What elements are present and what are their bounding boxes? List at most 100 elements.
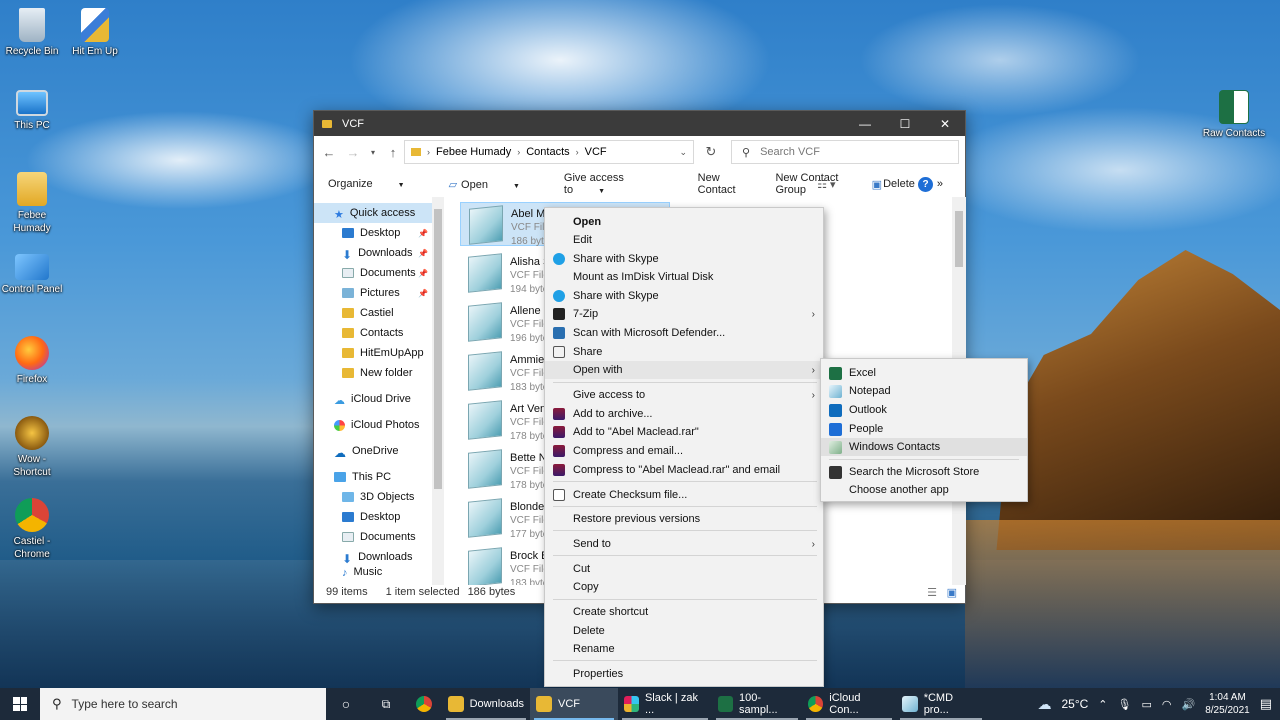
menu-item-create-shortcut[interactable]: Create shortcut — [545, 603, 823, 621]
menu-item-add-to-archive[interactable]: Add to archive... — [545, 405, 823, 423]
maximize-button[interactable]: ☐ — [885, 111, 925, 136]
notifications-icon[interactable]: ▤ — [1260, 696, 1272, 712]
taskbar-excel[interactable]: 100-sampl... — [712, 688, 802, 720]
breadcrumb-chevron-icon[interactable]: › — [576, 147, 579, 157]
breadcrumb-contacts[interactable]: Contacts — [526, 146, 569, 158]
help-icon[interactable]: ? — [918, 176, 933, 192]
desktop-icon-recycle-bin[interactable]: Recycle Bin — [0, 8, 64, 58]
nav-pc-downloads[interactable]: ⬇ Downloads — [314, 547, 432, 567]
breadcrumb-chevron-icon[interactable]: › — [427, 147, 430, 157]
nav-downloads[interactable]: ⬇ Downloads 📌 — [314, 243, 432, 263]
nav-documents[interactable]: Documents 📌 — [314, 263, 432, 283]
clock[interactable]: 1:04 AM 8/25/2021 — [1205, 691, 1250, 717]
cortana-icon[interactable]: ○ — [326, 688, 366, 720]
minimize-button[interactable]: — — [845, 111, 885, 136]
forward-arrow-icon[interactable]: → — [344, 145, 362, 160]
breadcrumb-chevron-icon[interactable]: › — [517, 147, 520, 157]
large-icons-view-icon[interactable]: ▣ — [947, 586, 957, 599]
open-with-excel[interactable]: Excel — [821, 364, 1027, 382]
search-box[interactable]: ⚲ Search VCF — [731, 140, 959, 164]
menu-item-open[interactable]: Open — [545, 213, 823, 231]
up-arrow-icon[interactable]: ↑ — [384, 145, 402, 160]
menu-item-give-access[interactable]: Give access to › — [545, 386, 823, 404]
wifi-icon[interactable]: ◠ — [1162, 698, 1172, 711]
preview-pane-icon[interactable]: ▣ — [872, 178, 882, 191]
organize-button[interactable]: Organize ▼ — [328, 178, 427, 190]
nav-castiel[interactable]: Castiel — [314, 303, 432, 323]
address-bar[interactable]: › Febee Humady › Contacts › VCF ⌄ — [404, 140, 694, 164]
menu-item-7zip[interactable]: 7-Zip › — [545, 305, 823, 323]
menu-item-mount-imdisk[interactable]: Mount as ImDisk Virtual Disk — [545, 268, 823, 286]
task-view-icon[interactable]: ⧉ — [366, 688, 406, 720]
menu-item-properties[interactable]: Properties — [545, 665, 823, 683]
nav-onedrive[interactable]: ☁ OneDrive — [314, 441, 432, 461]
microphone-icon[interactable]: 🎙 — [1118, 698, 1132, 711]
breadcrumb-febee-humady[interactable]: Febee Humady — [436, 146, 511, 158]
desktop-icon-wow[interactable]: Wow - Shortcut — [0, 416, 64, 479]
start-button[interactable] — [0, 688, 40, 720]
taskbar-downloads[interactable]: Downloads — [442, 688, 530, 720]
navigation-scrollbar[interactable] — [432, 197, 444, 585]
menu-item-create-checksum[interactable]: Create Checksum file... — [545, 486, 823, 504]
address-dropdown-icon[interactable]: ⌄ — [679, 147, 687, 158]
taskbar-vcf[interactable]: VCF — [530, 688, 618, 720]
scrollbar-thumb[interactable] — [434, 209, 442, 489]
desktop-icon-this-pc[interactable]: This PC — [0, 90, 64, 132]
desktop-icon-chrome[interactable]: Castiel - Chrome — [0, 498, 64, 561]
open-with-windows-contacts[interactable]: Windows Contacts — [821, 438, 1027, 456]
weather-temperature[interactable]: 25°C — [1061, 697, 1088, 711]
taskbar-icloud-contacts[interactable]: iCloud Con... — [802, 688, 896, 720]
recent-locations-chevron-icon[interactable]: ▾ — [368, 148, 378, 157]
menu-item-cut[interactable]: Cut — [545, 560, 823, 578]
give-access-button[interactable]: Give access to ▼ — [564, 172, 676, 196]
menu-item-copy[interactable]: Copy — [545, 578, 823, 596]
taskbar-notepad[interactable]: *CMD pro... — [896, 688, 986, 720]
menu-item-share[interactable]: Share — [545, 343, 823, 361]
open-with-notepad[interactable]: Notepad — [821, 382, 1027, 400]
nav-hitemupapp[interactable]: HitEmUpApp — [314, 343, 432, 363]
taskbar-search-box[interactable]: ⚲ Type here to search — [40, 688, 326, 720]
menu-item-edit[interactable]: Edit — [545, 231, 823, 249]
nav-contacts[interactable]: Contacts — [314, 323, 432, 343]
breadcrumb-vcf[interactable]: VCF — [585, 146, 607, 158]
menu-item-rename[interactable]: Rename — [545, 640, 823, 658]
taskbar-slack[interactable]: Slack | zak ... — [618, 688, 712, 720]
search-microsoft-store[interactable]: Search the Microsoft Store — [821, 463, 1027, 481]
refresh-icon[interactable]: ↻ — [699, 140, 723, 164]
battery-icon[interactable]: ▭ — [1141, 698, 1151, 711]
desktop-icon-user-folder[interactable]: Febee Humady — [0, 172, 64, 235]
nav-this-pc[interactable]: This PC — [314, 467, 432, 487]
desktop-icon-firefox[interactable]: Firefox — [0, 336, 64, 386]
chevron-up-icon[interactable]: ⌃ — [1098, 698, 1107, 711]
nav-new-folder[interactable]: New folder — [314, 363, 432, 383]
desktop-icon-control-panel[interactable]: Control Panel — [0, 254, 64, 296]
open-button[interactable]: ▱ Open ▼ — [449, 178, 542, 191]
menu-item-send-to[interactable]: Send to › — [545, 535, 823, 553]
menu-item-share-with-skype-2[interactable]: Share with Skype — [545, 287, 823, 305]
title-bar[interactable]: VCF — ☐ ✕ — [314, 111, 965, 136]
new-contact-button[interactable]: New Contact — [698, 172, 754, 196]
menu-item-compress-email[interactable]: Compress and email... — [545, 442, 823, 460]
choose-another-app[interactable]: Choose another app — [821, 481, 1027, 499]
nav-icloud-photos[interactable]: iCloud Photos — [314, 415, 432, 435]
desktop-icon-raw-contacts[interactable]: Raw Contacts — [1202, 90, 1266, 140]
menu-item-delete[interactable]: Delete — [545, 622, 823, 640]
nav-pc-documents[interactable]: Documents — [314, 527, 432, 547]
open-with-outlook[interactable]: Outlook — [821, 401, 1027, 419]
menu-item-compress-rar-email[interactable]: Compress to "Abel Maclead.rar" and email — [545, 461, 823, 479]
menu-item-add-to-rar[interactable]: Add to "Abel Maclead.rar" — [545, 423, 823, 441]
close-button[interactable]: ✕ — [925, 111, 965, 136]
menu-item-open-with[interactable]: Open with › — [545, 361, 823, 379]
nav-quick-access[interactable]: ★ Quick access — [314, 203, 432, 223]
weather-cloud-icon[interactable]: ☁ — [1037, 696, 1051, 713]
nav-pictures[interactable]: Pictures 📌 — [314, 283, 432, 303]
menu-item-scan-defender[interactable]: Scan with Microsoft Defender... — [545, 324, 823, 342]
nav-pc-desktop[interactable]: Desktop — [314, 507, 432, 527]
volume-icon[interactable]: 🔊 — [1182, 698, 1196, 711]
scrollbar-thumb[interactable] — [955, 211, 963, 267]
open-with-people[interactable]: People — [821, 420, 1027, 438]
nav-desktop[interactable]: Desktop 📌 — [314, 223, 432, 243]
details-view-icon[interactable]: ☰ — [927, 586, 937, 599]
back-arrow-icon[interactable]: ← — [320, 145, 338, 160]
desktop-icon-hit-em-up[interactable]: Hit Em Up — [63, 8, 127, 58]
